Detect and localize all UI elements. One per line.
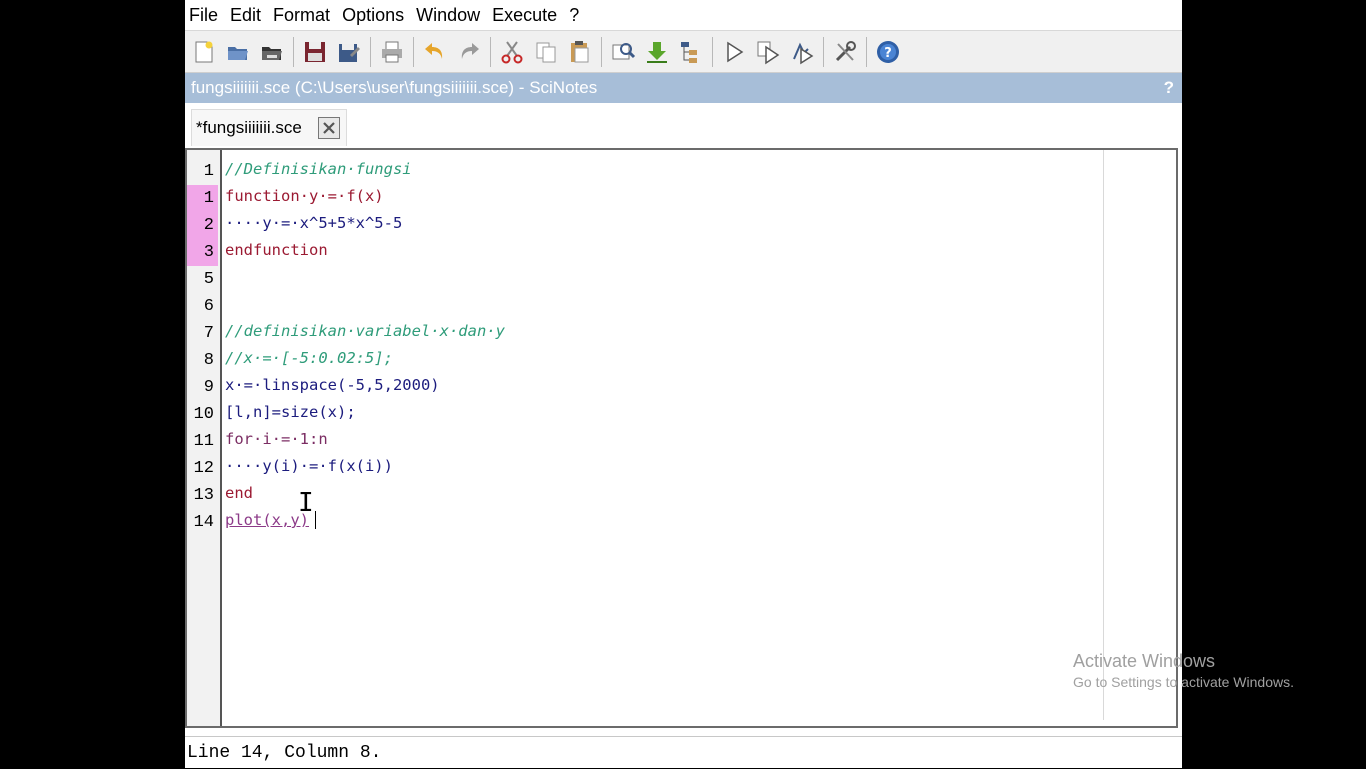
- toolbar-separator: [866, 36, 867, 67]
- menu-file[interactable]: File: [185, 0, 222, 30]
- menu-edit[interactable]: Edit: [226, 0, 265, 30]
- line-number-modified: 1: [187, 185, 218, 212]
- line-number: 8: [203, 351, 214, 370]
- title-help-button[interactable]: ?: [1164, 73, 1174, 103]
- code-line[interactable]: //x·=·[-5:0.02:5];: [225, 345, 393, 372]
- activation-watermark: Activate Windows Go to Settings to activ…: [1073, 651, 1294, 690]
- open-file-icon[interactable]: [222, 36, 254, 68]
- cursor-position-status: Line 14, Column 8.: [187, 743, 382, 763]
- code-line[interactable]: for·i·=·1:n: [225, 426, 328, 453]
- toolbar: ?: [185, 31, 1182, 73]
- svg-text:?: ?: [884, 46, 892, 61]
- line-number-modified: 2: [187, 212, 218, 239]
- find-icon[interactable]: [607, 36, 639, 68]
- toolbar-separator: [823, 36, 824, 67]
- close-icon[interactable]: [317, 117, 340, 139]
- watermark-subtitle: Go to Settings to activate Windows.: [1073, 674, 1294, 690]
- menu-format[interactable]: Format: [269, 0, 334, 30]
- text-caret: [315, 511, 316, 529]
- load-into-scilab-icon[interactable]: [641, 36, 673, 68]
- toolbar-separator: [293, 36, 294, 67]
- line-number: 10: [193, 405, 214, 424]
- status-bar: Line 14, Column 8.: [185, 736, 1182, 768]
- save-as-icon[interactable]: [333, 36, 365, 68]
- menu-execute[interactable]: Execute: [488, 0, 561, 30]
- tab-strip: *fungsiiiiiii.sce: [185, 103, 1182, 146]
- preferences-icon[interactable]: [829, 36, 861, 68]
- line-number: 14: [193, 513, 214, 532]
- cut-icon[interactable]: [496, 36, 528, 68]
- toolbar-separator: [490, 36, 491, 67]
- document-title-bar: fungsiiiiiii.sce (C:\Users\user\fungsiii…: [185, 73, 1182, 103]
- help-icon[interactable]: ?: [872, 36, 904, 68]
- ibeam-cursor-icon: I: [298, 488, 314, 518]
- execute-selection-icon[interactable]: [786, 36, 818, 68]
- code-line[interactable]: function·y·=·f(x): [225, 183, 384, 210]
- execute-icon[interactable]: [718, 36, 750, 68]
- tab-fungsi-sce[interactable]: *fungsiiiiiii.sce: [191, 109, 347, 146]
- toolbar-separator: [601, 36, 602, 67]
- line-number: 13: [193, 486, 214, 505]
- code-line[interactable]: ····y·=·x^5+5*x^5-5: [225, 210, 402, 237]
- line-number: 1: [203, 162, 214, 181]
- redo-icon[interactable]: [453, 36, 485, 68]
- print-icon[interactable]: [376, 36, 408, 68]
- document-title: fungsiiiiiii.sce (C:\Users\user\fungsiii…: [191, 78, 598, 97]
- code-line[interactable]: //definisikan·variabel·x·dan·y: [225, 318, 505, 345]
- tab-label: *fungsiiiiiii.sce: [196, 118, 302, 137]
- right-margin-line: [1103, 150, 1104, 720]
- code-line-current[interactable]: plot(x,y): [225, 507, 309, 534]
- scinotes-window: File Edit Format Options Window Execute …: [185, 0, 1182, 768]
- toolbar-separator: [370, 36, 371, 67]
- line-number: 5: [203, 270, 214, 289]
- line-number: 12: [193, 459, 214, 478]
- save-icon[interactable]: [299, 36, 331, 68]
- menu-options[interactable]: Options: [338, 0, 408, 30]
- code-line[interactable]: endfunction: [225, 237, 328, 264]
- copy-icon[interactable]: [530, 36, 562, 68]
- code-line[interactable]: ····y(i)·=·f(x(i)): [225, 453, 393, 480]
- execute-file-icon[interactable]: [752, 36, 784, 68]
- menu-bar: File Edit Format Options Window Execute …: [185, 0, 1182, 31]
- line-number: 9: [203, 378, 214, 397]
- line-number: 7: [203, 324, 214, 343]
- paste-icon[interactable]: [564, 36, 596, 68]
- line-number: 6: [203, 297, 214, 316]
- code-line[interactable]: [l,n]=size(x);: [225, 399, 356, 426]
- line-number-modified: 3: [187, 239, 218, 266]
- menu-help[interactable]: ?: [565, 0, 583, 30]
- undo-icon[interactable]: [419, 36, 451, 68]
- new-file-icon[interactable]: [188, 36, 220, 68]
- line-number: 11: [193, 432, 214, 451]
- code-line[interactable]: end: [225, 480, 253, 507]
- watermark-title: Activate Windows: [1073, 651, 1216, 671]
- code-editor[interactable]: 1 1 2 3 5 6 7 8 9 10 11 12 13 14 //Defin…: [185, 148, 1178, 728]
- file-tree-icon[interactable]: [675, 36, 707, 68]
- toolbar-separator: [712, 36, 713, 67]
- code-line[interactable]: //Definisikan·fungsi: [225, 156, 412, 183]
- open-file-black-icon[interactable]: [256, 36, 288, 68]
- code-line[interactable]: x·=·linspace(-5,5,2000): [225, 372, 440, 399]
- menu-window[interactable]: Window: [412, 0, 484, 30]
- toolbar-separator: [413, 36, 414, 67]
